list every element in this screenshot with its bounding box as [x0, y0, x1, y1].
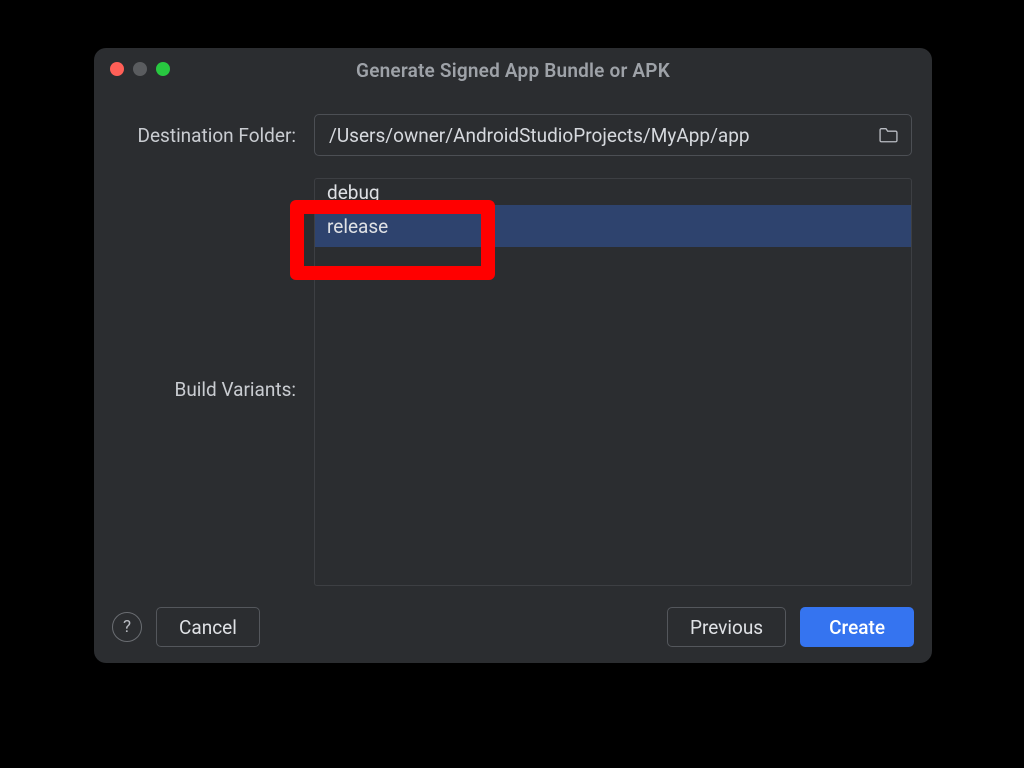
variant-item-debug[interactable]: debug [315, 179, 911, 205]
cancel-button[interactable]: Cancel [156, 607, 260, 647]
titlebar: Generate Signed App Bundle or APK [94, 48, 932, 88]
dialog-footer: ? Cancel Previous Create [94, 591, 932, 663]
variant-label: debug [327, 181, 380, 204]
help-button[interactable]: ? [112, 612, 142, 642]
variant-item-release[interactable]: release [315, 205, 911, 247]
destination-label: Destination Folder: [114, 114, 314, 147]
variant-label: release [327, 215, 388, 238]
previous-button[interactable]: Previous [667, 607, 786, 647]
dialog-title: Generate Signed App Bundle or APK [94, 59, 932, 82]
build-variants-label: Build Variants: [114, 178, 314, 586]
destination-row: Destination Folder: /Users/owner/Android… [114, 114, 912, 156]
browse-folder-icon[interactable] [875, 122, 901, 148]
destination-folder-field[interactable]: /Users/owner/AndroidStudioProjects/MyApp… [314, 114, 912, 156]
dialog-content: Destination Folder: /Users/owner/Android… [94, 88, 932, 586]
minimize-window-icon[interactable] [133, 62, 147, 76]
create-label: Create [829, 616, 885, 639]
previous-label: Previous [690, 616, 763, 639]
build-variants-list[interactable]: debug release [314, 178, 912, 586]
build-variants-row: Build Variants: debug release [114, 178, 912, 586]
window-controls [110, 62, 170, 76]
generate-signed-bundle-dialog: Generate Signed App Bundle or APK Destin… [94, 48, 932, 663]
cancel-label: Cancel [179, 616, 237, 639]
destination-path-text: /Users/owner/AndroidStudioProjects/MyApp… [329, 124, 875, 147]
help-icon: ? [123, 617, 131, 637]
maximize-window-icon[interactable] [156, 62, 170, 76]
create-button[interactable]: Create [800, 607, 914, 647]
close-window-icon[interactable] [110, 62, 124, 76]
